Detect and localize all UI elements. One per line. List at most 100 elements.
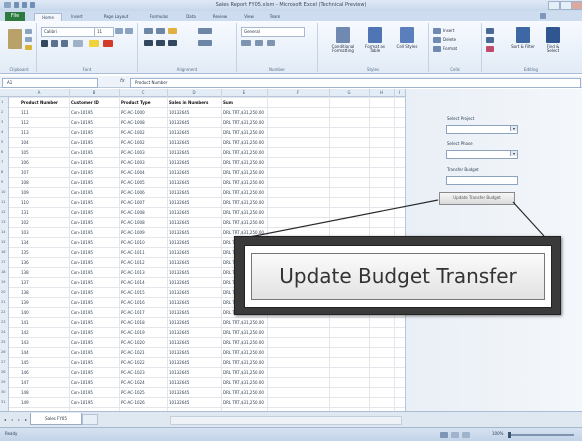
row-header[interactable]: 3 bbox=[1, 120, 3, 124]
table-cell[interactable]: Con-10195 bbox=[71, 350, 93, 355]
table-cell[interactable]: 10132645 bbox=[169, 160, 189, 165]
cell-styles-icon[interactable] bbox=[400, 27, 414, 43]
table-cell[interactable]: PC-AC-1013 bbox=[121, 270, 145, 275]
table-cell[interactable]: Con-10195 bbox=[71, 270, 93, 275]
select-project-dropdown[interactable]: ▾ bbox=[446, 125, 518, 134]
table-cell[interactable]: Con-10195 bbox=[71, 300, 93, 305]
header-cell[interactable]: Product Number bbox=[21, 100, 58, 105]
row-header[interactable]: 26 bbox=[1, 350, 5, 354]
align-top-icon[interactable] bbox=[144, 28, 153, 34]
table-cell[interactable]: 10132645 bbox=[169, 250, 189, 255]
minimize-button[interactable] bbox=[548, 1, 560, 10]
formula-input[interactable]: Product Number bbox=[130, 78, 581, 88]
table-cell[interactable]: PC-AC-1018 bbox=[121, 320, 145, 325]
table-cell[interactable]: Con-10195 bbox=[71, 280, 93, 285]
table-cell[interactable]: PC-AC-1008 bbox=[121, 210, 145, 215]
underline-icon[interactable] bbox=[61, 40, 68, 47]
clear-icon[interactable] bbox=[486, 46, 494, 52]
column-header[interactable]: B bbox=[69, 89, 120, 97]
table-cell[interactable]: Con-10195 bbox=[71, 110, 93, 115]
page-layout-view-icon[interactable] bbox=[451, 432, 459, 438]
insert-sheet-icon[interactable] bbox=[82, 414, 98, 425]
table-cell[interactable]: DRL TRT,$31,250.00 bbox=[223, 370, 264, 375]
table-cell[interactable]: PC-AC-1023 bbox=[121, 370, 145, 375]
row-header[interactable]: 31 bbox=[1, 400, 5, 404]
row-header[interactable]: 28 bbox=[1, 370, 5, 374]
row-header[interactable]: 18 bbox=[1, 270, 5, 274]
table-cell[interactable]: PC-AC-1024 bbox=[121, 380, 145, 385]
merge-center-icon[interactable] bbox=[198, 40, 212, 46]
next-sheet-icon[interactable]: ▹ bbox=[16, 416, 22, 423]
table-cell[interactable]: DRL TRT,$31,250.00 bbox=[223, 400, 264, 405]
bold-icon[interactable] bbox=[41, 40, 48, 47]
table-cell[interactable]: PC-AC-1008 bbox=[121, 120, 145, 125]
table-cell[interactable]: 10132645 bbox=[169, 260, 189, 265]
table-cell[interactable]: 111 bbox=[21, 110, 29, 115]
column-header[interactable]: D bbox=[167, 89, 222, 97]
wrap-text-icon[interactable] bbox=[198, 28, 212, 34]
tab-page-layout[interactable]: Page Layout bbox=[94, 13, 138, 21]
tab-file[interactable]: File bbox=[5, 12, 25, 21]
table-cell[interactable]: PC-AC-1002 bbox=[121, 140, 145, 145]
row-header[interactable]: 9 bbox=[1, 180, 3, 184]
font-color-icon[interactable] bbox=[103, 40, 113, 47]
table-cell[interactable]: 105 bbox=[21, 150, 29, 155]
table-cell[interactable]: 10132645 bbox=[169, 140, 189, 145]
table-cell[interactable]: 10132645 bbox=[169, 400, 189, 405]
table-cell[interactable]: PC-AC-1004 bbox=[121, 170, 145, 175]
row-header[interactable]: 25 bbox=[1, 340, 5, 344]
table-cell[interactable]: Con-10195 bbox=[71, 310, 93, 315]
row-header[interactable]: 10 bbox=[1, 190, 5, 194]
table-cell[interactable]: DRL TRT,$31,250.00 bbox=[223, 170, 264, 175]
header-cell[interactable]: Product Type bbox=[121, 100, 150, 105]
table-cell[interactable]: Con-10195 bbox=[71, 250, 93, 255]
table-cell[interactable]: PC-AC-1002 bbox=[121, 130, 145, 135]
table-cell[interactable]: 10132645 bbox=[169, 200, 189, 205]
table-cell[interactable]: Con-10195 bbox=[71, 120, 93, 125]
table-cell[interactable]: PC-AC-1005 bbox=[121, 180, 145, 185]
normal-view-icon[interactable] bbox=[440, 432, 448, 438]
zoom-level[interactable]: 100% bbox=[492, 431, 503, 436]
table-cell[interactable]: PC-AC-1011 bbox=[121, 250, 145, 255]
row-header[interactable]: 30 bbox=[1, 390, 5, 394]
table-cell[interactable]: 10132645 bbox=[169, 220, 189, 225]
insert-cells-icon[interactable] bbox=[433, 28, 441, 34]
first-sheet-icon[interactable]: ◂ bbox=[2, 416, 8, 423]
table-cell[interactable]: 138 bbox=[21, 270, 29, 275]
chevron-down-icon[interactable]: ▾ bbox=[510, 151, 517, 156]
autosum-icon[interactable] bbox=[486, 28, 494, 34]
row-header[interactable]: 21 bbox=[1, 300, 5, 304]
find-select-icon[interactable] bbox=[546, 27, 560, 43]
align-center-icon[interactable] bbox=[156, 40, 165, 46]
row-header[interactable]: 16 bbox=[1, 250, 5, 254]
zoom-slider-handle[interactable] bbox=[508, 432, 511, 438]
horizontal-scrollbar[interactable] bbox=[170, 416, 402, 425]
table-cell[interactable]: 10132645 bbox=[169, 390, 189, 395]
fill-color-icon[interactable] bbox=[89, 40, 99, 47]
table-cell[interactable]: 10132645 bbox=[169, 180, 189, 185]
table-cell[interactable]: DRL TRT,$31,250.00 bbox=[223, 380, 264, 385]
table-cell[interactable]: DRL TRT,$31,250.00 bbox=[223, 320, 264, 325]
row-header[interactable]: 13 bbox=[1, 220, 5, 224]
table-cell[interactable]: 10132645 bbox=[169, 130, 189, 135]
table-cell[interactable]: DRL TRT,$31,250.00 bbox=[223, 220, 264, 225]
table-cell[interactable]: 10132645 bbox=[169, 290, 189, 295]
fill-icon[interactable] bbox=[486, 37, 494, 43]
table-cell[interactable]: Con-10195 bbox=[71, 160, 93, 165]
table-cell[interactable]: 10132645 bbox=[169, 150, 189, 155]
table-cell[interactable]: PC-AC-1025 bbox=[121, 390, 145, 395]
table-cell[interactable]: 136 bbox=[21, 260, 29, 265]
table-cell[interactable]: Con-10195 bbox=[71, 140, 93, 145]
font-name-combo[interactable]: Calibri bbox=[41, 27, 95, 37]
align-middle-icon[interactable] bbox=[156, 28, 165, 34]
table-cell[interactable]: DRL TRT,$31,250.00 bbox=[223, 110, 264, 115]
column-header[interactable]: E bbox=[221, 89, 268, 97]
help-icon[interactable] bbox=[540, 13, 546, 19]
column-header[interactable]: C bbox=[119, 89, 168, 97]
table-cell[interactable]: DRL TRT,$31,250.00 bbox=[223, 210, 264, 215]
row-header[interactable]: 17 bbox=[1, 260, 5, 264]
table-cell[interactable]: DRL TRT,$31,250.00 bbox=[223, 230, 264, 235]
last-sheet-icon[interactable]: ▸ bbox=[23, 416, 29, 423]
chevron-down-icon[interactable]: ▾ bbox=[510, 126, 517, 131]
sheet-tab-sales[interactable]: Sales FY05 bbox=[30, 413, 82, 425]
